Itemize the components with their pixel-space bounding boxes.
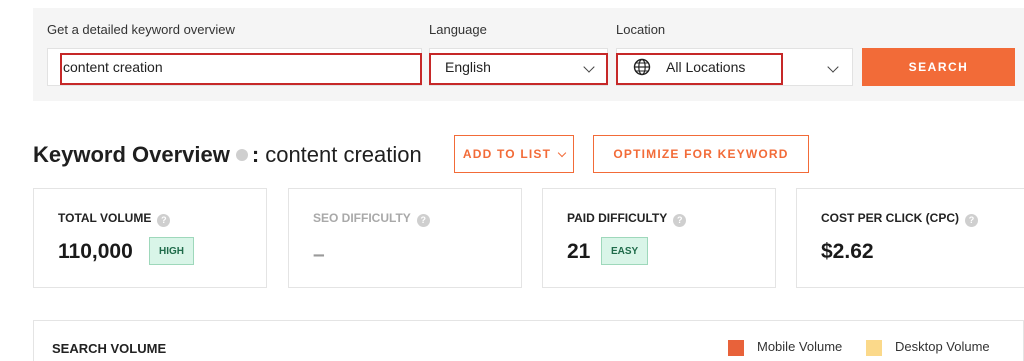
mobile-volume-swatch [728, 340, 744, 356]
search-volume-section: SEARCH VOLUME Mobile Volume Desktop Volu… [33, 320, 1024, 361]
location-select-value: All Locations [666, 59, 746, 75]
paid-difficulty-value: 21 [567, 240, 591, 263]
optimize-for-keyword-button[interactable]: OPTIMIZE FOR KEYWORD [593, 135, 809, 173]
overview-keyword: content creation [265, 142, 422, 167]
language-field-label: Language [429, 22, 487, 37]
total-volume-label: TOTAL VOLUME? [58, 211, 171, 227]
help-icon[interactable]: ? [965, 214, 978, 227]
language-select[interactable]: English [429, 48, 608, 86]
help-icon[interactable]: ? [416, 214, 430, 227]
total-volume-label-text: TOTAL VOLUME [58, 211, 152, 225]
paid-difficulty-card: PAID DIFFICULTY? 21 EASY [542, 188, 776, 288]
total-volume-value: 110,000 [58, 240, 133, 263]
seo-difficulty-card: SEO DIFFICULTY? – [288, 188, 522, 288]
desktop-volume-swatch [866, 340, 882, 356]
title-separator: : [251, 142, 260, 167]
optimize-label: OPTIMIZE FOR KEYWORD [613, 147, 789, 161]
chevron-down-icon [827, 61, 839, 73]
chevron-down-icon [583, 61, 595, 73]
seo-difficulty-value: – [313, 243, 325, 266]
mobile-volume-legend: Mobile Volume [757, 339, 843, 354]
cpc-label: COST PER CLICK (CPC)? [821, 211, 978, 227]
globe-icon [633, 58, 651, 76]
cpc-label-text: COST PER CLICK (CPC) [821, 211, 959, 225]
help-icon[interactable]: ? [157, 214, 171, 227]
page-title: Keyword Overview: content creation [33, 142, 422, 168]
cpc-value: $2.62 [821, 240, 874, 263]
paid-difficulty-label: PAID DIFFICULTY? [567, 211, 687, 227]
keyword-input[interactable]: content creation [47, 48, 422, 86]
search-volume-title: SEARCH VOLUME [52, 341, 167, 356]
desktop-volume-legend: Desktop Volume [895, 339, 990, 354]
seo-difficulty-label: SEO DIFFICULTY? [313, 211, 430, 227]
keyword-field-label: Get a detailed keyword overview [47, 22, 235, 37]
total-volume-card: TOTAL VOLUME? 110,000 HIGH [33, 188, 267, 288]
location-select[interactable]: All Locations [616, 48, 853, 86]
volume-badge: HIGH [149, 237, 194, 265]
keyword-input-value: content creation [63, 59, 163, 75]
language-select-value: English [445, 59, 491, 75]
paid-difficulty-label-text: PAID DIFFICULTY [567, 211, 668, 225]
keyword-search-panel: Get a detailed keyword overview Language… [33, 8, 1024, 101]
seo-difficulty-label-text: SEO DIFFICULTY [313, 211, 411, 225]
cpc-card: COST PER CLICK (CPC)? $2.62 [796, 188, 1024, 288]
chevron-down-icon [557, 148, 567, 157]
info-icon[interactable] [235, 149, 248, 161]
search-button[interactable]: SEARCH [862, 48, 1015, 86]
help-icon[interactable]: ? [673, 214, 687, 227]
overview-heading: Keyword Overview [33, 142, 230, 167]
add-to-list-label: ADD TO LIST [462, 147, 552, 161]
add-to-list-button[interactable]: ADD TO LIST [454, 135, 574, 173]
difficulty-badge: EASY [601, 237, 649, 265]
location-field-label: Location [616, 22, 666, 37]
